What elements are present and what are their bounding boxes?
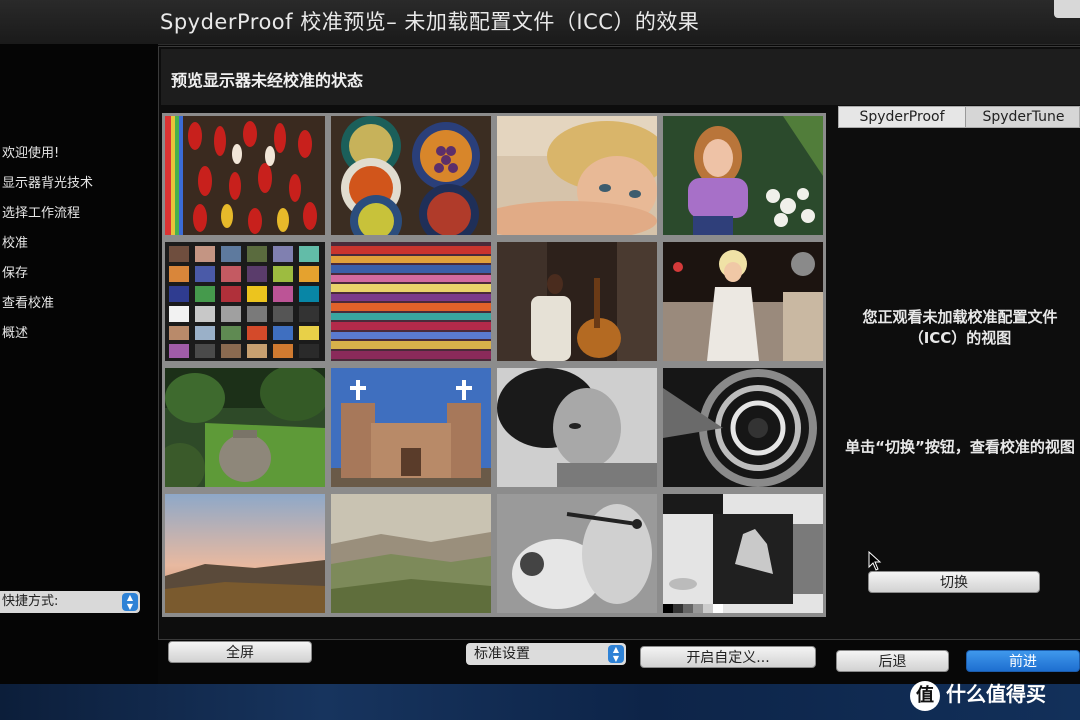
photo-peppers [165,116,325,235]
photo-girl-garden [663,116,823,235]
step-sidebar: 欢迎使用! 显示器背光技术 选择工作流程 校准 保存 查看校准 概述 [0,44,158,684]
step-welcome[interactable]: 欢迎使用! [0,142,93,172]
select-arrows-icon: ▲ ▼ [122,593,138,611]
calibration-screen: SpyderProof 校准预览– 未加载配置文件（ICC）的效果 欢迎使用! … [0,0,1080,720]
step-save[interactable]: 保存 [0,262,93,292]
photo-textiles [331,242,491,361]
photo-adobe-church [331,368,491,487]
tab-spydertune[interactable]: SpyderTune [966,107,1080,127]
panel-header: 预览显示器未经校准的状态 [161,49,1080,105]
step-backlight[interactable]: 显示器背光技术 [0,172,93,202]
step-workflow[interactable]: 选择工作流程 [0,202,93,232]
step-overview[interactable]: 概述 [0,322,93,352]
back-button[interactable]: 后退 [836,650,949,672]
step-view-calibration[interactable]: 查看校准 [0,292,93,322]
mouse-cursor-icon [868,551,882,571]
window-title: SpyderProof 校准预览– 未加载配置文件（ICC）的效果 [160,10,700,34]
photo-color-checker [165,242,325,361]
fullscreen-button[interactable]: 全屏 [168,641,312,663]
tool-tabs: SpyderProof SpyderTune [838,106,1080,128]
photo-bw-test-chart [663,494,823,613]
customize-button[interactable]: 开启自定义... [640,646,816,668]
title-bar: SpyderProof 校准预览– 未加载配置文件（ICC）的效果 [0,0,1080,45]
photo-sunset-hills [165,494,325,613]
next-button[interactable]: 前进 [966,650,1080,672]
watermark-text: 什么值得买 [946,682,1046,706]
tab-spyderproof[interactable]: SpyderProof [839,107,966,127]
photo-blonde-woman [497,116,657,235]
preview-image-grid [162,113,826,617]
photo-tuscany-valley [331,494,491,613]
photo-blonde-performer [663,242,823,361]
shortcut-label: 快捷方式: [2,594,59,609]
watermark: 值什么值得买 [910,676,1046,712]
preset-select[interactable]: 标准设置 ▲ ▼ [466,643,626,665]
step-list: 欢迎使用! 显示器背光技术 选择工作流程 校准 保存 查看校准 概述 [0,142,93,352]
photo-plates [331,116,491,235]
toggle-instruction: 单击“切换”按钮，查看校准的视图 [845,438,1075,456]
toggle-button[interactable]: 切换 [868,571,1040,593]
window-corner-button[interactable] [1054,0,1080,18]
photo-guitar-player [497,242,657,361]
photo-spiral-staircase [663,368,823,487]
photo-bw-portrait [497,368,657,487]
photo-bw-scooter [497,494,657,613]
uncalibrated-view-message: 您正观看未加载校准配置文件（ICC）的视图 [862,308,1058,347]
photo-garden-urn [165,368,325,487]
shortcut-select[interactable]: 快捷方式: ▲ ▼ [0,591,140,613]
panel-title: 预览显示器未经校准的状态 [171,71,364,90]
watermark-logo-icon: 值 [910,680,940,711]
select-arrows-icon: ▲ ▼ [608,645,624,663]
step-calibrate[interactable]: 校准 [0,232,93,262]
preset-select-value: 标准设置 [474,646,530,662]
